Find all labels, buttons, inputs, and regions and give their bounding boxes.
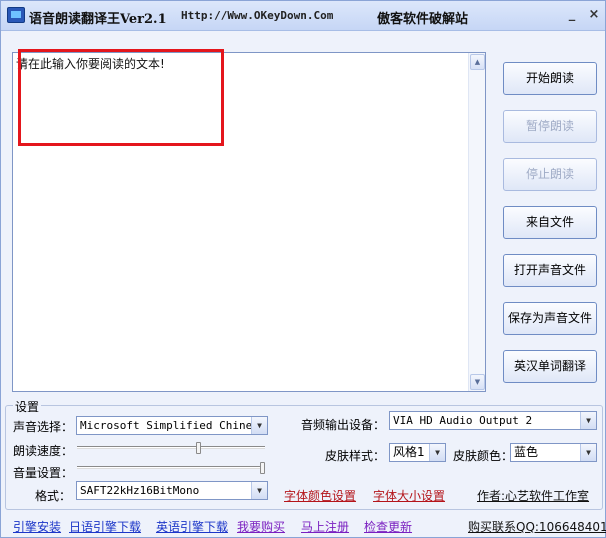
output-device-select[interactable]: VIA HD Audio Output 2 ▼ (389, 411, 597, 430)
skin-style-select[interactable]: 风格1 ▼ (389, 443, 446, 462)
title-brand: 傲客软件破解站 (377, 12, 469, 27)
stop-reading-button[interactable]: 停止朗读 (503, 158, 597, 191)
chevron-down-icon[interactable]: ▼ (580, 412, 596, 429)
chevron-down-icon[interactable]: ▼ (251, 482, 267, 499)
format-label: 格式： (35, 489, 72, 503)
pause-reading-button[interactable]: 暂停朗读 (503, 110, 597, 143)
chevron-down-icon[interactable]: ▼ (251, 417, 267, 434)
output-device-value: VIA HD Audio Output 2 (393, 414, 533, 427)
title-bar[interactable]: 语音朗读翻译王Ver2.1 Http://Www.OKeyDown.Com 傲客… (1, 1, 605, 31)
scroll-up-arrow-icon[interactable]: ▲ (470, 54, 485, 70)
voice-select-value: Microsoft Simplified Chinese (80, 419, 266, 432)
format-select[interactable]: SAFT22kHz16BitMono ▼ (76, 481, 268, 500)
highlight-box (18, 49, 224, 146)
volume-slider[interactable] (77, 466, 265, 469)
japanese-engine-link[interactable]: 日语引擎下载 (69, 518, 141, 535)
speed-slider-thumb[interactable] (195, 442, 201, 454)
volume-slider-thumb[interactable] (260, 462, 265, 474)
open-sound-file-button[interactable]: 打开声音文件 (503, 254, 597, 287)
close-button[interactable]: × (585, 7, 603, 23)
chevron-down-icon[interactable]: ▼ (580, 444, 596, 461)
save-sound-file-button[interactable]: 保存为声音文件 (503, 302, 597, 335)
from-file-button[interactable]: 来自文件 (503, 206, 597, 239)
voice-select[interactable]: Microsoft Simplified Chinese ▼ (76, 416, 268, 435)
skin-style-label: 皮肤样式： (325, 449, 386, 463)
output-device-label: 音频输出设备： (301, 418, 386, 432)
chevron-down-icon[interactable]: ▼ (429, 444, 445, 461)
font-color-link[interactable]: 字体颜色设置 (284, 487, 356, 504)
voice-label: 声音选择： (13, 420, 74, 434)
engine-install-link[interactable]: 引擎安装 (13, 518, 61, 535)
format-select-value: SAFT22kHz16BitMono (80, 484, 200, 497)
scroll-down-arrow-icon[interactable]: ▼ (470, 374, 485, 390)
start-reading-button[interactable]: 开始朗读 (503, 62, 597, 95)
volume-label: 音量设置： (13, 466, 74, 480)
check-update-link[interactable]: 检查更新 (364, 518, 412, 535)
skin-color-label: 皮肤颜色： (453, 449, 514, 463)
skin-color-select[interactable]: 蓝色 ▼ (510, 443, 597, 462)
window-title: 语音朗读翻译王Ver2.1 (29, 12, 167, 27)
settings-group-title: 设置 (13, 398, 42, 415)
title-url: Http://Www.OKeyDown.Com (181, 9, 334, 22)
author-link[interactable]: 作者:心艺软件工作室 (477, 487, 589, 504)
register-link[interactable]: 马上注册 (301, 518, 349, 535)
english-engine-link[interactable]: 英语引擎下载 (156, 518, 228, 535)
speed-slider[interactable] (77, 446, 265, 449)
vertical-scrollbar[interactable]: ▲ ▼ (468, 53, 485, 391)
skin-color-value: 蓝色 (514, 445, 539, 459)
minimize-button[interactable]: _ (563, 7, 581, 23)
speed-label: 朗读速度： (13, 444, 74, 458)
contact-link[interactable]: 购买联系QQ:1066484015 (468, 518, 606, 535)
font-size-link[interactable]: 字体大小设置 (373, 487, 445, 504)
skin-style-value: 风格1 (393, 445, 425, 459)
app-icon (7, 7, 25, 23)
translate-word-button[interactable]: 英汉单词翻译 (503, 350, 597, 383)
buy-link[interactable]: 我要购买 (237, 518, 285, 535)
main-window: 语音朗读翻译王Ver2.1 Http://Www.OKeyDown.Com 傲客… (0, 0, 606, 538)
